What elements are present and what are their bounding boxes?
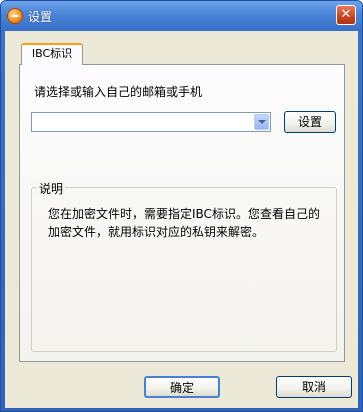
description-group-title: 说明 xyxy=(37,180,66,197)
window-title: 设置 xyxy=(28,10,53,24)
description-text: 您在加密文件时，需要指定IBC标识。您查看自己的加密文件，就用标识对应的私钥来解… xyxy=(48,207,320,239)
close-icon: ✕ xyxy=(340,7,352,22)
description-group: 说明 您在加密文件时，需要指定IBC标识。您查看自己的加密文件，就用标识对应的私… xyxy=(31,180,337,352)
app-logo-icon xyxy=(7,8,23,24)
settings-dialog: 设置 ✕ IBC标识 请选择或输入自己的邮箱或手机 设置 说明 您在加密文件时，… xyxy=(0,0,363,412)
identity-combobox[interactable] xyxy=(31,112,271,132)
ok-button[interactable]: 确定 xyxy=(144,376,220,398)
dialog-body: IBC标识 请选择或输入自己的邮箱或手机 设置 说明 您在加密文件时，需要指定I… xyxy=(5,31,358,408)
close-button[interactable]: ✕ xyxy=(336,5,356,25)
tab-ibc-identity[interactable]: IBC标识 xyxy=(21,43,83,65)
cancel-button[interactable]: 取消 xyxy=(276,376,352,398)
title-bar[interactable]: 设置 ✕ xyxy=(1,1,362,31)
tab-panel: 请选择或输入自己的邮箱或手机 设置 说明 您在加密文件时，需要指定IBC标识。您… xyxy=(19,64,345,362)
tab-label: IBC标识 xyxy=(31,47,73,60)
set-button[interactable]: 设置 xyxy=(284,111,336,133)
identity-prompt-label: 请选择或输入自己的邮箱或手机 xyxy=(34,85,203,99)
chevron-down-icon[interactable] xyxy=(254,114,269,130)
